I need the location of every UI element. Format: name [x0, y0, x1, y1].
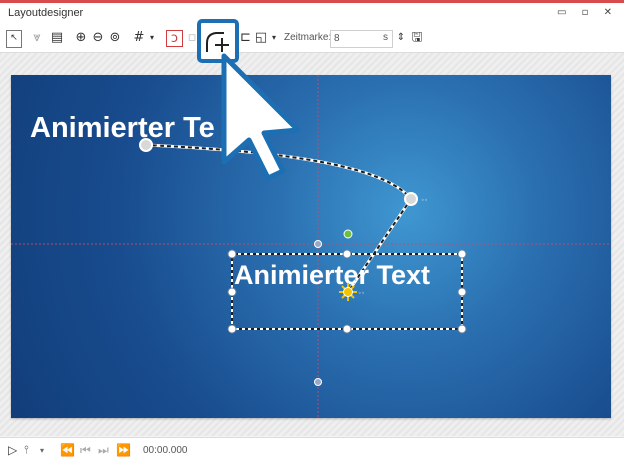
- rewind-icon[interactable]: ⏪: [60, 443, 75, 457]
- guide-anchor-bottom[interactable]: [314, 378, 322, 386]
- handle-bottom-center[interactable]: [342, 324, 352, 334]
- path-mid-point[interactable]: [404, 192, 418, 206]
- handle-bottom-right[interactable]: [457, 324, 467, 334]
- play-icon[interactable]: ▷: [8, 443, 17, 457]
- playback-bar: ▷ ⫯ ▾ ⏪ ⏮ ⏭ ⏩ 00:00.000: [0, 437, 624, 462]
- play-options-icon[interactable]: ⫯: [24, 443, 29, 457]
- handle-middle-right[interactable]: [457, 287, 467, 297]
- rotation-handle[interactable]: [343, 229, 353, 239]
- path-mid-marker: ◦◦: [421, 197, 428, 204]
- highlight-frame: [197, 19, 239, 63]
- play-dropdown-icon[interactable]: ▾: [40, 446, 44, 455]
- fast-forward-icon[interactable]: ⏩: [116, 443, 131, 457]
- step-back-icon[interactable]: ⏮: [80, 443, 91, 458]
- handle-bottom-left[interactable]: [227, 324, 237, 334]
- playback-time: 00:00.000: [143, 445, 188, 456]
- stage-overlay: ◦◦ ◦◦ Animierter Te Animierter Text ◦◦: [11, 19, 611, 418]
- cursor-arrow-icon: [221, 53, 301, 181]
- step-forward-icon[interactable]: ⏭: [98, 443, 109, 458]
- animated-text[interactable]: Animierter Text: [234, 260, 430, 290]
- handle-top-right[interactable]: [457, 249, 467, 259]
- handle-top-left[interactable]: [227, 249, 237, 259]
- handle-top-center[interactable]: [342, 249, 352, 259]
- guide-anchor-top[interactable]: [314, 240, 322, 248]
- path-start-marker: ◦◦: [155, 143, 162, 150]
- anchor-marker: ◦◦: [358, 290, 365, 297]
- start-text-ghost: Animierter Te: [30, 112, 215, 144]
